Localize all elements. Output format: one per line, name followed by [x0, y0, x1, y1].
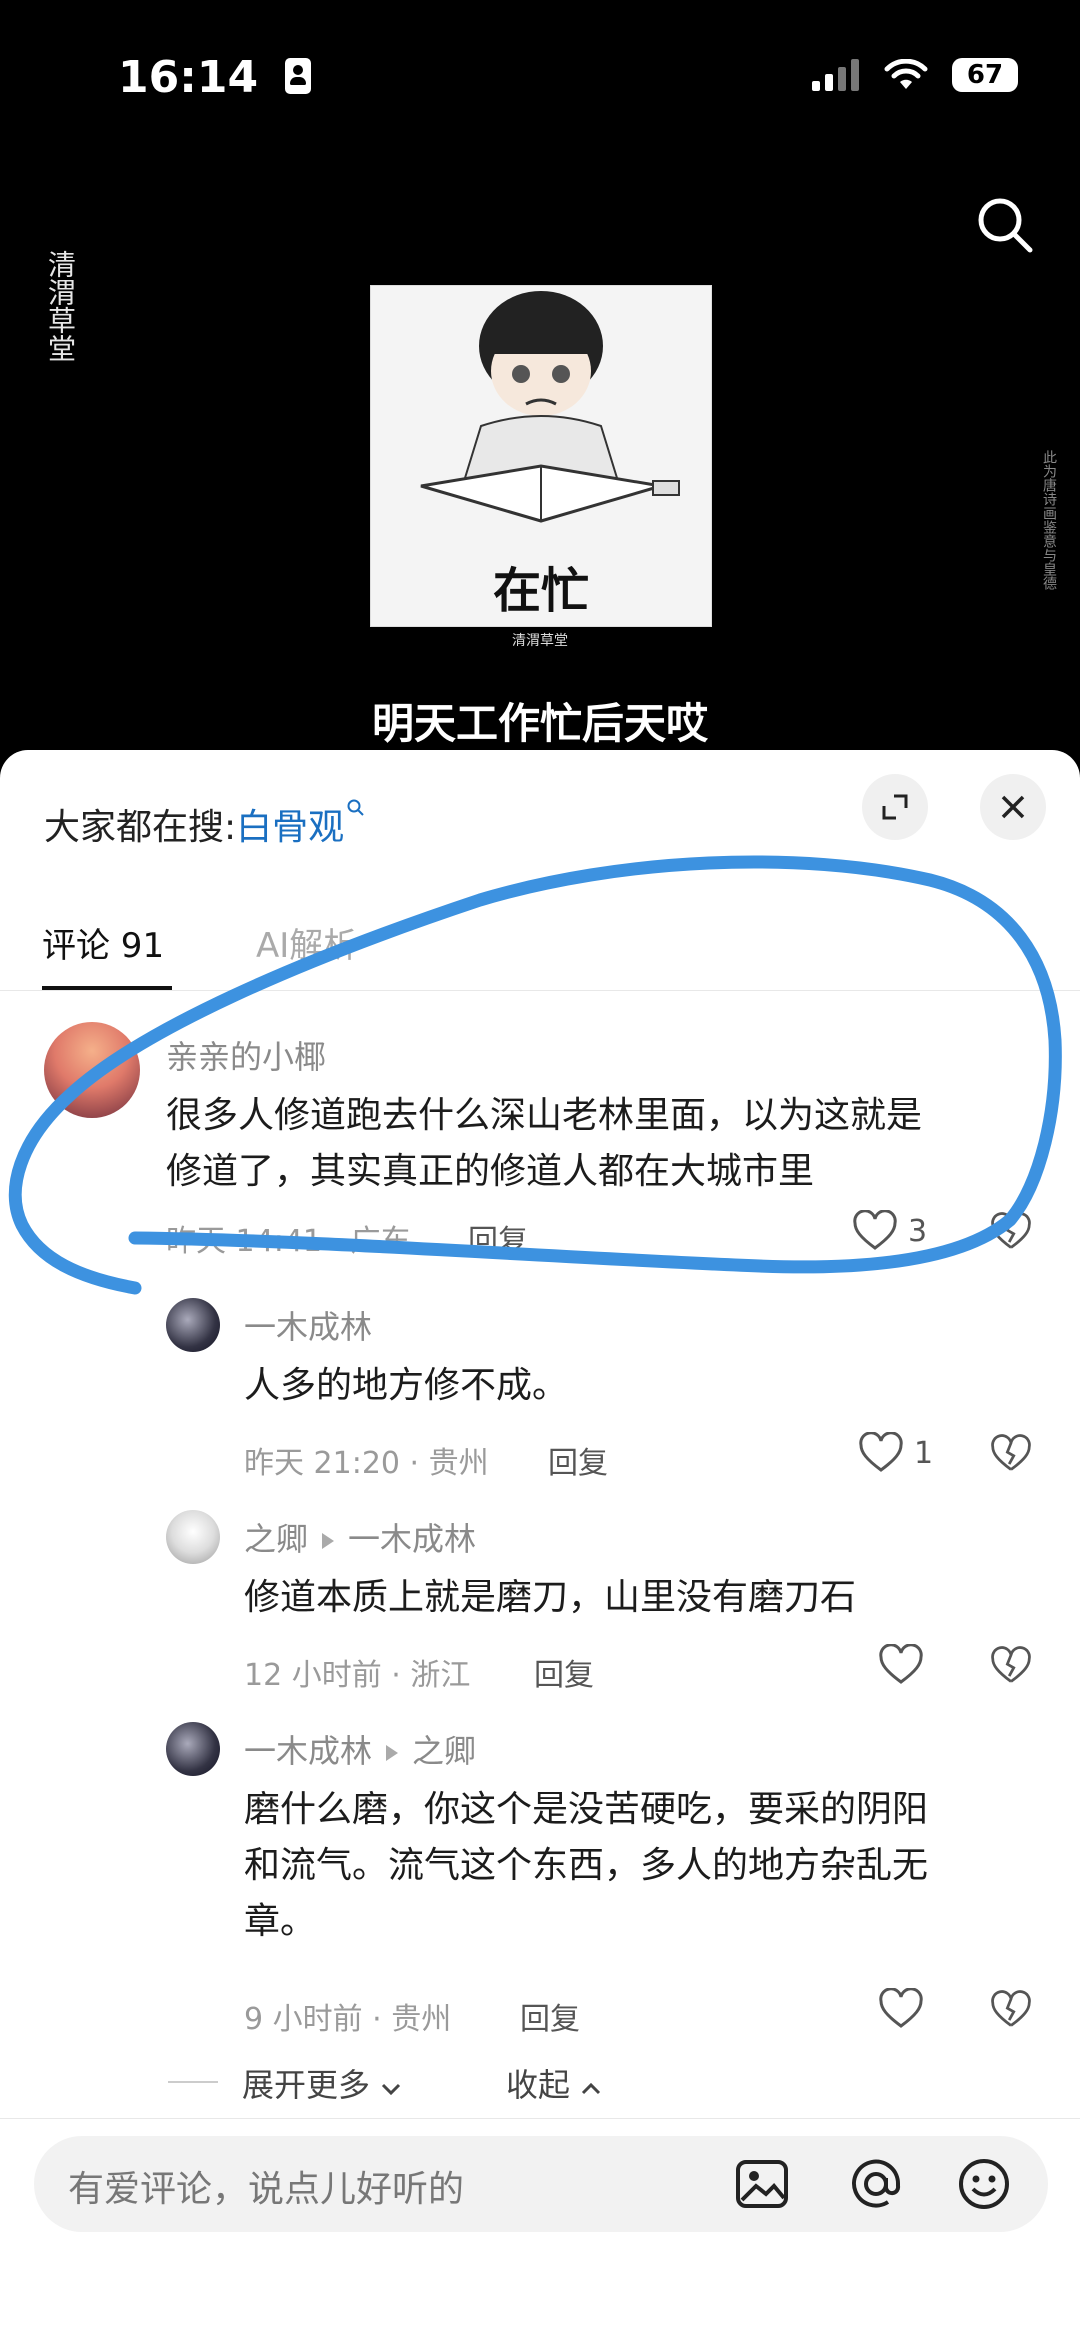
meme-text: 在忙	[492, 563, 589, 619]
comment-text-line: 修道了，其实真正的修道人都在大城市里	[166, 1151, 815, 1192]
wifi-icon	[884, 59, 928, 89]
reply-button[interactable]: 回复	[520, 1994, 580, 2038]
reply-arrow-icon	[322, 1533, 335, 1549]
logo-text: 清渭草堂	[44, 250, 77, 362]
expand-button[interactable]	[862, 774, 928, 840]
battery-level: 67	[966, 60, 1004, 90]
comment-username[interactable]: 一木成林	[244, 1302, 372, 1348]
status-indicators: 67	[812, 58, 1018, 92]
like-button[interactable]: 1	[858, 1432, 933, 1474]
dislike-button[interactable]	[990, 1990, 1032, 2034]
dislike-button[interactable]	[990, 1212, 1032, 1256]
emoji-icon	[959, 2159, 1009, 2209]
comment-meta: 9 小时前 · 贵州	[244, 2002, 452, 2037]
image-icon	[736, 2160, 788, 2208]
heart-icon	[879, 1643, 923, 1684]
comment-text: 修道本质上就是磨刀，山里没有磨刀石	[244, 1577, 857, 1618]
comment-username: 之卿 一木成林	[244, 1514, 476, 1560]
comment-meta: 12 小时前 · 浙江	[244, 1658, 471, 1693]
like-button[interactable]	[878, 1987, 924, 2034]
at-icon	[852, 2159, 901, 2208]
comment-text-line: 和流气。流气这个东西，多人的地方杂乱无	[244, 1845, 929, 1886]
broken-heart-icon	[991, 1646, 1031, 1683]
small-search-icon	[347, 799, 364, 816]
reply-target-username[interactable]: 一木成林	[348, 1520, 476, 1558]
expand-icon	[882, 794, 908, 820]
person-icon	[285, 58, 312, 94]
status-time-text: 16:14	[118, 52, 259, 103]
collapse-button[interactable]: 收起	[506, 2060, 602, 2106]
trending-search[interactable]: 大家都在搜:白骨观	[44, 798, 366, 850]
close-icon	[1001, 795, 1025, 819]
mention-button[interactable]	[848, 2156, 904, 2216]
channel-logo: 清渭草堂	[30, 250, 90, 400]
chevron-up-icon	[582, 2082, 601, 2095]
comment-text-line: 磨什么磨，你这个是没苦硬吃，要采的阴阳	[244, 1789, 929, 1830]
meme-image: 在忙	[370, 285, 712, 627]
like-count: 1	[914, 1435, 934, 1471]
close-button[interactable]	[980, 774, 1046, 840]
comment-text: 很多人修道跑去什么深山老林里面，以为这就是 修道了，其实真正的修道人都在大城市里	[166, 1088, 922, 1200]
comment-username: 一木成林 之卿	[244, 1726, 476, 1772]
meme-caption: 清渭草堂	[512, 633, 568, 649]
broken-heart-icon	[991, 1434, 1031, 1471]
comment-input[interactable]: 有爱评论，说点儿好听的	[34, 2136, 1048, 2232]
heart-icon	[879, 1987, 923, 2028]
reply-username[interactable]: 之卿	[244, 1520, 308, 1558]
heart-icon	[859, 1432, 903, 1472]
collapse-label: 收起	[506, 2066, 571, 2104]
tab-ai-analysis[interactable]: AI解析	[256, 918, 357, 967]
emoji-button[interactable]	[956, 2156, 1012, 2216]
comment-input-placeholder: 有爱评论，说点儿好听的	[68, 2169, 465, 2210]
like-button[interactable]: 3	[852, 1210, 927, 1252]
search-button[interactable]	[970, 190, 1040, 260]
reply-username[interactable]: 一木成林	[244, 1732, 372, 1770]
comment-sheet: 大家都在搜:白骨观 评论 91 AI解析 亲亲的小椰 很多人修道跑去什么深山老林…	[0, 750, 1080, 2341]
video-subtitle: 明天工作忙后天哎	[371, 699, 708, 748]
comment-username[interactable]: 亲亲的小椰	[166, 1032, 326, 1078]
comment-meta: 昨天 14:41 · 广东	[166, 1224, 411, 1259]
tab-comments[interactable]: 评论 91	[42, 918, 164, 967]
dislike-button[interactable]	[990, 1434, 1032, 1478]
reply-button[interactable]: 回复	[534, 1650, 594, 1694]
image-button[interactable]	[734, 2156, 790, 2216]
reply-arrow-icon	[386, 1745, 399, 1761]
like-button[interactable]	[878, 1643, 924, 1690]
trending-search-term[interactable]: 白骨观	[236, 807, 344, 848]
avatar[interactable]	[44, 1022, 140, 1118]
comment-text-line: 章。	[244, 1901, 317, 1942]
trending-search-label: 大家都在搜:	[44, 807, 237, 848]
tab-divider	[0, 990, 1080, 991]
avatar[interactable]	[166, 1510, 220, 1564]
avatar[interactable]	[166, 1298, 220, 1352]
status-time: 16:14	[118, 52, 312, 103]
vertical-watermark: 此为唐诗画鉴意与皇德	[1041, 450, 1057, 590]
reply-target-username[interactable]: 之卿	[412, 1732, 476, 1770]
chevron-down-icon	[382, 2083, 401, 2096]
expand-divider	[168, 2081, 218, 2083]
comment-text: 磨什么磨，你这个是没苦硬吃，要采的阴阳 和流气。流气这个东西，多人的地方杂乱无 …	[244, 1782, 928, 1950]
expand-more-label: 展开更多	[242, 2066, 371, 2104]
meme-illustration	[420, 291, 680, 523]
reply-button[interactable]: 回复	[468, 1216, 528, 1260]
like-count: 3	[908, 1213, 928, 1249]
comment-meta: 昨天 21:20 · 贵州	[244, 1446, 489, 1481]
expand-more-button[interactable]: 展开更多	[242, 2060, 402, 2106]
broken-heart-icon	[991, 1990, 1031, 2027]
signal-icon	[812, 59, 859, 91]
reply-button[interactable]: 回复	[548, 1438, 608, 1482]
avatar[interactable]	[166, 1722, 220, 1776]
broken-heart-icon	[991, 1212, 1031, 1249]
battery-indicator: 67	[952, 58, 1018, 92]
input-divider	[0, 2118, 1080, 2119]
comment-text-line: 很多人修道跑去什么深山老林里面，以为这就是	[166, 1095, 923, 1136]
search-icon	[978, 198, 1033, 253]
heart-icon	[853, 1210, 897, 1250]
comment-text: 人多的地方修不成。	[244, 1365, 569, 1406]
dislike-button[interactable]	[990, 1646, 1032, 1690]
